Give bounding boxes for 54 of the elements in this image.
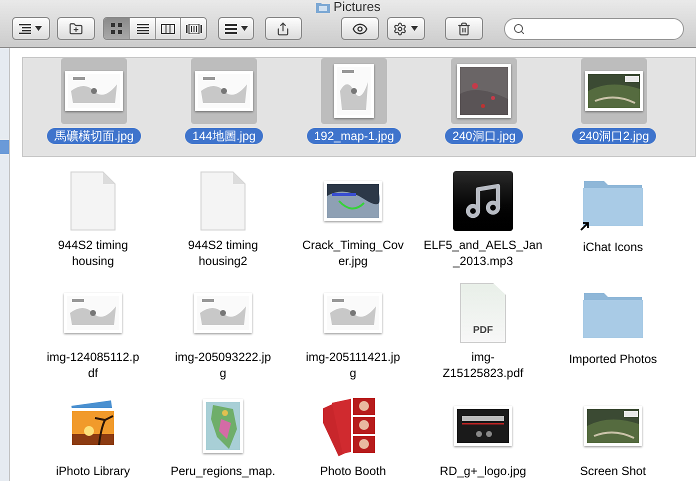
file-name[interactable]: 144地圖.jpg: [185, 128, 263, 144]
file-name[interactable]: iChat Icons: [578, 239, 648, 255]
file-name[interactable]: 192_map-1.jpg: [306, 128, 402, 144]
settings-icon: [393, 22, 408, 36]
window-title: Pictures: [334, 0, 380, 14]
file-name[interactable]: RD_g+_logo.jpg: [436, 463, 530, 479]
new-folder-icon: [69, 22, 84, 36]
trash-button[interactable]: [445, 17, 484, 40]
file-name[interactable]: img-205093222.jp g: [170, 349, 276, 381]
view-mode-button[interactable]: [154, 18, 180, 39]
file-name[interactable]: img-124085112.p df: [42, 349, 144, 381]
arrange-button[interactable]: [218, 17, 254, 40]
file-name[interactable]: Photo Booth: [316, 463, 390, 479]
columns-icon: [161, 24, 176, 34]
arrange-icon: [224, 24, 237, 34]
caret-icon: [240, 26, 248, 31]
share-icon: [276, 22, 290, 36]
document-icon: [200, 171, 246, 231]
search-icon: [513, 22, 526, 34]
file-name[interactable]: Imported Photos: [564, 351, 662, 367]
file-name[interactable]: Screen Shot: [576, 463, 650, 479]
view-mode-button[interactable]: [104, 18, 130, 39]
share-button[interactable]: [264, 17, 302, 40]
file-name[interactable]: 944S2 timing housing: [54, 237, 132, 269]
grid-icon: [111, 23, 122, 34]
search-field[interactable]: [504, 18, 684, 40]
view-mode-button[interactable]: [129, 18, 155, 39]
sidebar-selection: [0, 140, 9, 154]
file-name[interactable]: ELF5_and_AELS_Jan _2013.mp3: [420, 237, 546, 269]
file-name[interactable]: 240洞口2.jpg: [572, 128, 656, 144]
music-icon: [453, 171, 513, 231]
trash-icon: [457, 22, 472, 36]
cover-flow-icon: [186, 24, 202, 34]
action-button[interactable]: [386, 17, 425, 40]
caret-icon: [411, 26, 418, 31]
action-list-button[interactable]: [12, 17, 50, 40]
file-name[interactable]: iPhoto Library: [52, 463, 134, 479]
file-name[interactable]: img-205111421.jp g: [302, 349, 404, 381]
list-icon: [19, 24, 32, 34]
caret-icon: [35, 26, 42, 31]
file-name[interactable]: 944S2 timing housing2: [184, 237, 262, 269]
view-mode-button[interactable]: [180, 18, 206, 39]
file-name[interactable]: Peru_regions_map.: [166, 463, 280, 479]
document-icon: [70, 171, 116, 231]
file-name[interactable]: Crack_Timing_Cov er.jpg: [298, 237, 408, 269]
list-icon: [136, 24, 149, 34]
file-name[interactable]: 240洞口.jpg: [445, 128, 523, 144]
file-name[interactable]: 馬礦橫切面.jpg: [47, 128, 141, 144]
pdf-label: PDF: [473, 324, 493, 338]
file-name[interactable]: img- Z15125823.pdf: [438, 349, 528, 381]
new-folder-button[interactable]: [57, 17, 96, 40]
folder-icon: [316, 2, 330, 12]
quick-look-button[interactable]: [341, 17, 380, 40]
eye-icon: [352, 20, 368, 36]
